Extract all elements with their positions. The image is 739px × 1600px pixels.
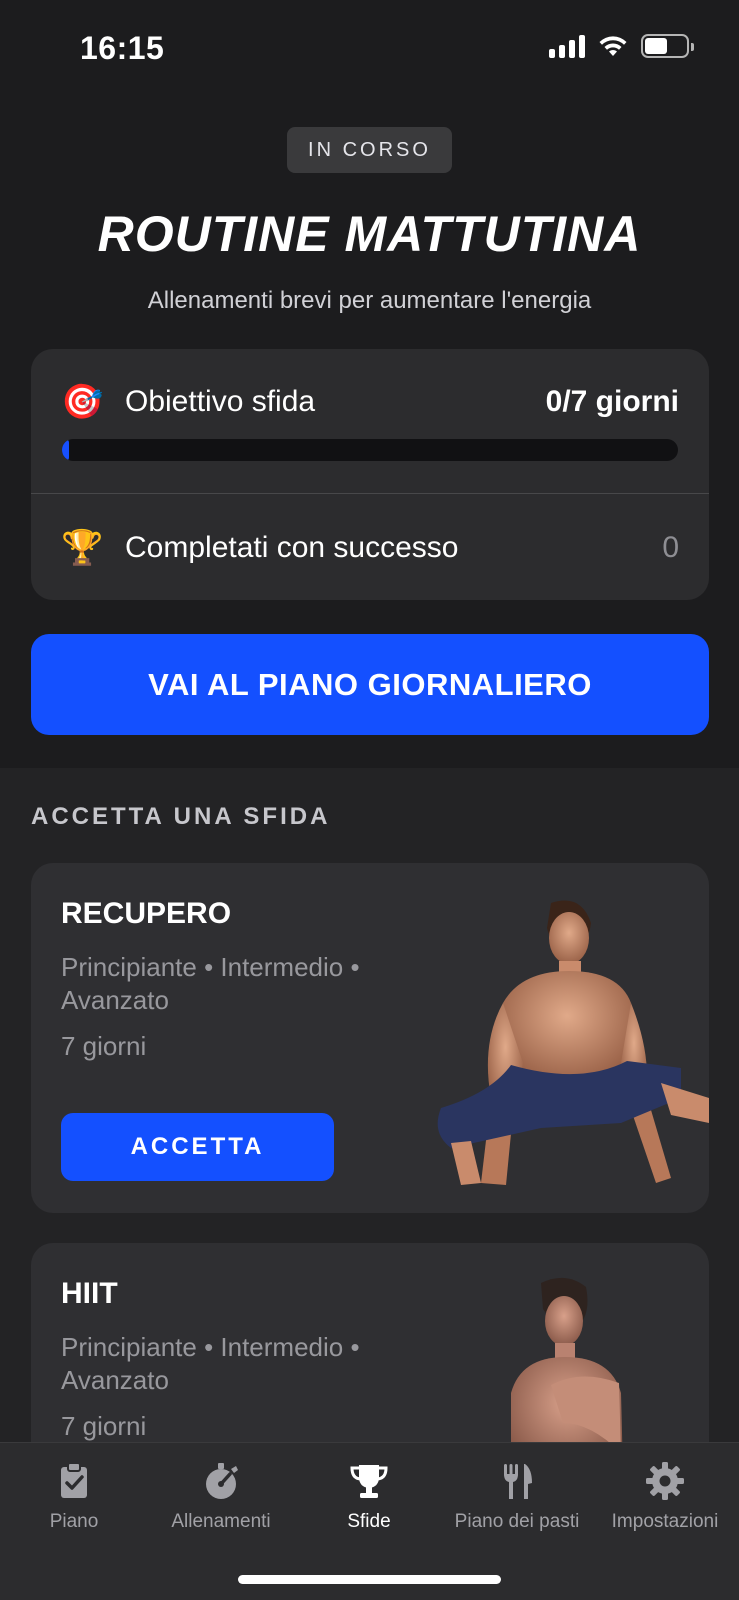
tab-label: Allenamenti: [171, 1511, 271, 1532]
challenge-goal-card: 🎯 Obiettivo sfida 0/7 giorni 🏆 Completat…: [31, 349, 709, 600]
status-time: 16:15: [80, 30, 165, 66]
tab-label: Piano: [49, 1511, 99, 1532]
trophy-icon: 🏆: [61, 529, 104, 567]
stretching-athlete-illustration: [437, 900, 709, 1185]
divider: [31, 493, 709, 494]
goal-label: Obiettivo sfida: [125, 385, 316, 418]
challenge-name: RECUPERO: [61, 897, 232, 930]
fork-knife-icon: [504, 1464, 532, 1499]
challenge-name: HIIT: [61, 1277, 118, 1310]
active-challenge-section: 16:15 IN CORSO ROUTINE MATTUTINA Allenam…: [0, 0, 739, 768]
completed-row: 🏆 Completati con successo 0: [61, 525, 679, 571]
tab-piano-dei-pasti[interactable]: Piano dei pasti: [443, 1457, 591, 1547]
gear-icon: [646, 1462, 684, 1500]
clipboard-check-icon: [61, 1462, 87, 1498]
challenge-subtitle: Allenamenti brevi per aumentare l'energi…: [147, 287, 592, 314]
tab-allenamenti[interactable]: Allenamenti: [147, 1457, 295, 1547]
tab-label: Impostazioni: [611, 1511, 719, 1532]
goal-progress-bar: [62, 439, 678, 461]
challenges-screen: 16:15 IN CORSO ROUTINE MATTUTINA Allenam…: [0, 0, 739, 1600]
status-icons: [549, 34, 694, 58]
challenge-duration: 7 giorni: [61, 1031, 147, 1061]
challenge-levels: Principiante • Intermedio • Avanzato: [61, 1332, 360, 1395]
tab-piano[interactable]: Piano: [0, 1457, 148, 1547]
challenge-card-recupero[interactable]: RECUPERO Principiante • Intermedio • Ava…: [31, 863, 709, 1213]
stopwatch-icon: [206, 1463, 238, 1499]
tab-label: Piano dei pasti: [454, 1511, 580, 1532]
tab-label: Sfide: [347, 1511, 391, 1532]
tab-sfide[interactable]: Sfide: [295, 1457, 443, 1547]
trophy-icon: [350, 1465, 388, 1498]
home-indicator: [238, 1575, 501, 1584]
challenge-duration: 7 giorni: [61, 1411, 147, 1441]
section-heading: ACCETTA UNA SFIDA: [31, 803, 331, 830]
wifi-icon: [599, 36, 627, 56]
target-dart-icon: 🎯: [61, 383, 104, 421]
goal-progress-fill: [62, 439, 69, 461]
status-bar: 16:15: [0, 0, 739, 100]
cellular-signal-icon: [549, 34, 585, 58]
accept-button[interactable]: ACCETTA: [61, 1113, 334, 1181]
completed-label: Completati con successo: [125, 531, 459, 564]
go-to-daily-plan-button[interactable]: VAI AL PIANO GIORNALIERO: [31, 634, 709, 735]
battery-icon: [641, 34, 694, 58]
status-badge: IN CORSO: [287, 127, 452, 173]
challenge-levels: Principiante • Intermedio • Avanzato: [61, 952, 360, 1015]
goal-row: 🎯 Obiettivo sfida 0/7 giorni: [61, 379, 679, 425]
goal-value: 0/7 giorni: [545, 385, 679, 418]
challenge-title: ROUTINE MATTUTINA: [97, 206, 642, 262]
tab-impostazioni[interactable]: Impostazioni: [591, 1457, 739, 1547]
completed-value: 0: [662, 531, 679, 564]
